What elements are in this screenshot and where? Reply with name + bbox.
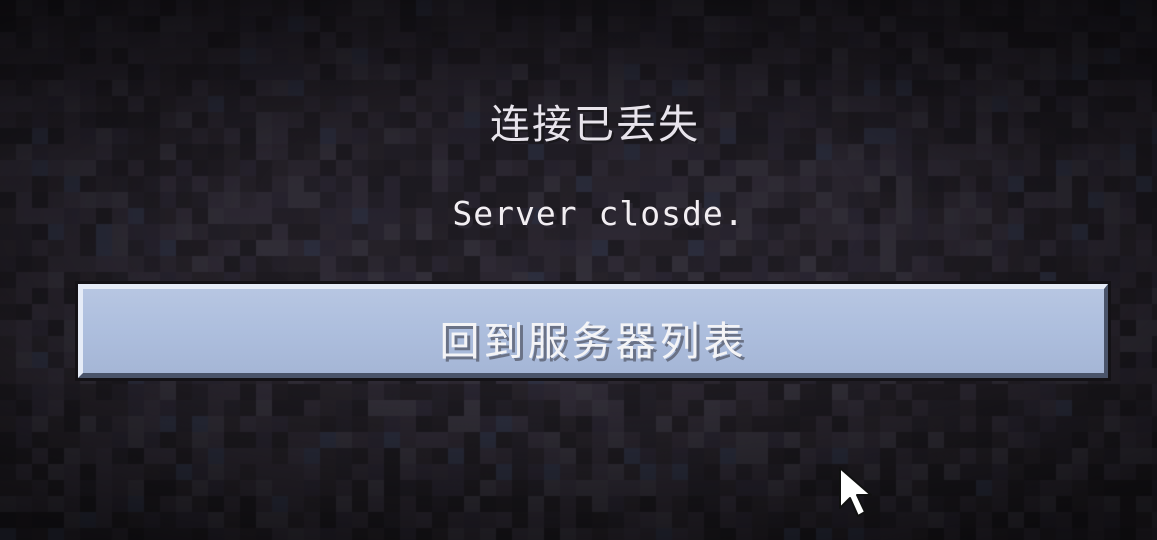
back-to-server-list-label: 回到服务器列表	[439, 319, 748, 365]
disconnect-reason: Server closde.	[452, 194, 745, 233]
back-to-server-list-button[interactable]: 回到服务器列表	[75, 281, 1111, 381]
arrow-cursor-icon	[839, 467, 872, 517]
dirt-background	[0, 0, 1157, 540]
disconnect-title: 连接已丢失	[490, 102, 700, 148]
